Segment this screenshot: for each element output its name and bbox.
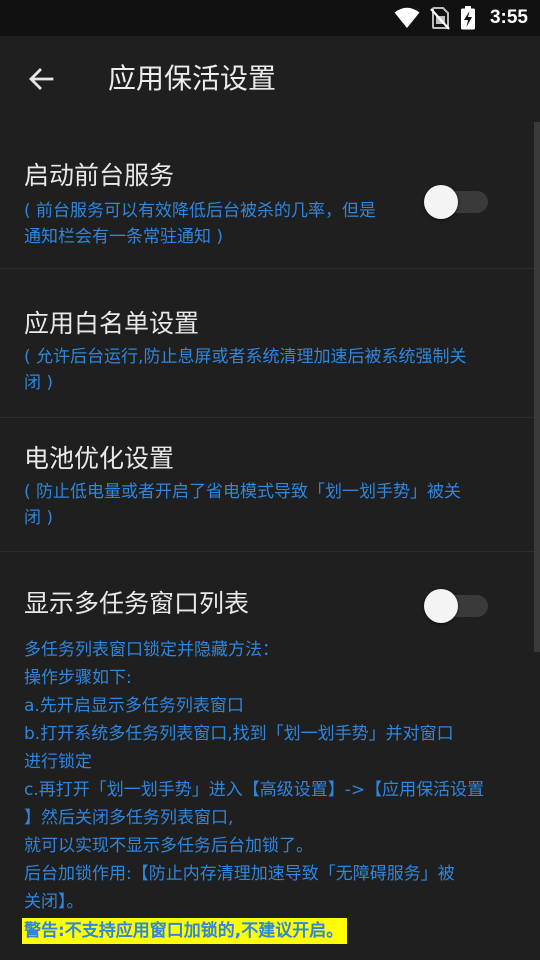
multitask-instructions: 多任务列表窗口锁定并隐藏方法： 操作步骤如下: a.先开启显示多任务列表窗口 b… [24, 636, 520, 916]
setting-whitelist[interactable]: 应用白名单设置 ( 允许后台运行,防止息屏或者系统清理加速后被系统强制关 闭 ) [0, 306, 534, 416]
instruction-line: 操作步骤如下: [24, 668, 132, 688]
setting-description-line: ( 防止低电量或者开启了省电模式导致「划一划手势」被关 [24, 482, 462, 502]
setting-title: 应用白名单设置 [24, 309, 200, 338]
multitask-list-toggle[interactable] [424, 588, 488, 624]
instruction-line: 进行锁定 [24, 752, 92, 772]
battery-charging-icon [460, 6, 475, 30]
instruction-line: 多任务列表窗口锁定并隐藏方法： [24, 640, 279, 660]
no-sim-icon [430, 7, 450, 30]
wifi-icon [394, 7, 420, 28]
setting-description-line: ( 允许后台运行,防止息屏或者系统清理加速后被系统强制关 [24, 347, 467, 367]
status-time: 3:55 [489, 7, 528, 28]
divider [0, 551, 534, 552]
instruction-line: 就可以实现不显示多任务后台加锁了。 [24, 836, 313, 856]
divider [0, 268, 534, 269]
setting-description-line: 闭 ) [24, 508, 54, 528]
foreground-service-toggle[interactable] [424, 184, 488, 220]
warning-text: 警告:不支持应用窗口加锁的,不建议开启。 [22, 918, 348, 944]
status-icons: 3:55 [394, 0, 528, 36]
instruction-line: b.打开系统多任务列表窗口,找到「划一划手势」并对窗口 [24, 724, 454, 744]
instruction-line: 关闭】。 [24, 892, 84, 912]
page-title: 应用保活设置 [108, 62, 277, 95]
instruction-line: c.再打开「划一划手势」进入【高级设置】->【应用保活设置 [24, 780, 485, 800]
setting-description: ( 允许后台运行,防止息屏或者系统清理加速后被系统强制关 闭 ) [24, 344, 534, 396]
status-bar: 3:55 [0, 0, 540, 36]
back-button[interactable] [18, 56, 64, 102]
divider [0, 417, 534, 418]
setting-description-line: 闭 ) [24, 373, 54, 393]
arrow-left-icon [29, 68, 54, 90]
toggle-knob [424, 185, 458, 219]
toggle-knob [424, 589, 458, 623]
scrollbar[interactable] [534, 122, 540, 652]
app-bar: 应用保活设置 [0, 36, 540, 122]
setting-battery-optimization[interactable]: 电池优化设置 ( 防止低电量或者开启了省电模式导致「划一划手势」被关 闭 ) [0, 441, 534, 551]
instruction-line: 】然后关闭多任务列表窗口, [24, 808, 234, 828]
instruction-line: a.先开启显示多任务列表窗口 [24, 696, 244, 716]
setting-description-line: 通知栏会有一条常驻通知 ) [24, 227, 224, 247]
setting-title: 电池优化设置 [24, 444, 175, 473]
setting-description: ( 防止低电量或者开启了省电模式导致「划一划手势」被关 闭 ) [24, 479, 534, 531]
instruction-line: 后台加锁作用:【防止内存清理加速导致「无障碍服务」被 [24, 864, 455, 884]
